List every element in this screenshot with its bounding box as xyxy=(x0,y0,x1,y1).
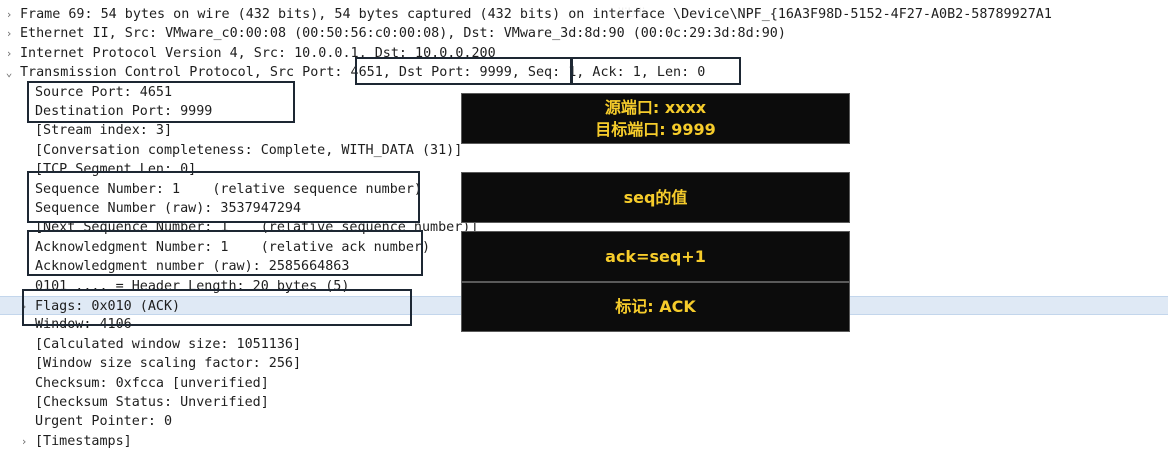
collapsed-arrow-icon[interactable]: › xyxy=(4,24,14,43)
tree-row[interactable]: Checksum: 0xfcca [unverified] xyxy=(0,374,1168,393)
callout-ack-line-1: ack=seq+1 xyxy=(605,246,706,266)
tree-row-label: [Next Sequence Number: 1 (relative seque… xyxy=(35,220,479,236)
tree-row-label: Sequence Number (raw): 3537947294 xyxy=(35,201,302,216)
tree-row-label: [Stream index: 3] xyxy=(35,123,173,139)
callout-flag-line-1: 标记: ACK xyxy=(615,297,696,316)
tree-row-label: Sequence Number: 1 (relative sequence nu… xyxy=(35,181,422,197)
tree-row-label: Frame 69: 54 bytes on wire (432 bits), 5… xyxy=(20,7,1052,22)
video-watermark: bilibili xyxy=(610,6,646,20)
tree-row-label: Acknowledgment number (raw): 2585664863 xyxy=(35,259,350,275)
tree-row[interactable]: › Internet Protocol Version 4, Src: 10.0.… xyxy=(0,44,1168,63)
callout-ports: 源端口: xxxx 目标端口: 9999 xyxy=(461,93,850,144)
tree-row-label: [Calculated window size: 1051136] xyxy=(35,336,302,352)
collapsed-arrow-icon[interactable]: › xyxy=(4,5,14,24)
tree-row-label: [Timestamps] xyxy=(35,433,132,449)
tree-row-label: [Conversation completeness: Complete, WI… xyxy=(35,142,463,158)
tree-row[interactable]: › Frame 69: 54 bytes on wire (432 bits), … xyxy=(0,5,1168,24)
tree-row[interactable]: › [Timestamps] xyxy=(0,432,1168,451)
expanded-arrow-icon[interactable]: ⌄ xyxy=(4,63,14,82)
callout-seq-line-1: seq的值 xyxy=(623,187,688,207)
tree-row-label: Internet Protocol Version 4, Src: 10.0.0… xyxy=(20,45,496,61)
tree-row-label: [TCP Segment Len: 0] xyxy=(35,162,197,178)
callout-ports-line-2: 目标端口: 9999 xyxy=(595,119,716,139)
tree-row[interactable]: [Window size scaling factor: 256] xyxy=(0,354,1168,373)
collapsed-arrow-icon[interactable]: › xyxy=(4,44,14,63)
callout-seq: seq的值 xyxy=(461,172,850,223)
tree-row[interactable]: ⌄ Transmission Control Protocol, Src Port… xyxy=(0,63,1168,82)
tree-row-label: Source Port: 4651 xyxy=(35,84,173,100)
callout-flag: 标记: ACK xyxy=(461,282,850,332)
tree-row[interactable]: Urgent Pointer: 0 xyxy=(0,412,1168,431)
tree-row-label: Flags: 0x010 (ACK) xyxy=(35,299,181,314)
tree-row-label: Checksum: 0xfcca [unverified] xyxy=(35,375,269,391)
callout-ports-line-1: 源端口: xxxx xyxy=(604,97,707,117)
collapsed-arrow-icon[interactable]: › xyxy=(19,432,29,451)
tree-row[interactable]: [Checksum Status: Unverified] xyxy=(0,393,1168,412)
tree-row-label: 0101 .... = Header Length: 20 bytes (5) xyxy=(35,278,350,294)
collapsed-arrow-icon[interactable]: › xyxy=(19,297,29,314)
tree-row-label: [Checksum Status: Unverified] xyxy=(35,395,269,410)
tree-row[interactable]: › Ethernet II, Src: VMware_c0:00:08 (00:5… xyxy=(0,24,1168,43)
tree-row-label: [Window size scaling factor: 256] xyxy=(35,356,302,372)
tree-row-label: Transmission Control Protocol, Src Port:… xyxy=(20,65,706,81)
tree-row-label: Window: 4106 xyxy=(35,317,132,333)
callout-ack: ack=seq+1 xyxy=(461,231,850,282)
tree-row[interactable]: [Calculated window size: 1051136] xyxy=(0,335,1168,354)
tree-row-label: Urgent Pointer: 0 xyxy=(35,414,173,430)
tree-row-label: Acknowledgment Number: 1 (relative ack n… xyxy=(35,239,431,255)
tree-row-label: Destination Port: 9999 xyxy=(35,104,213,119)
